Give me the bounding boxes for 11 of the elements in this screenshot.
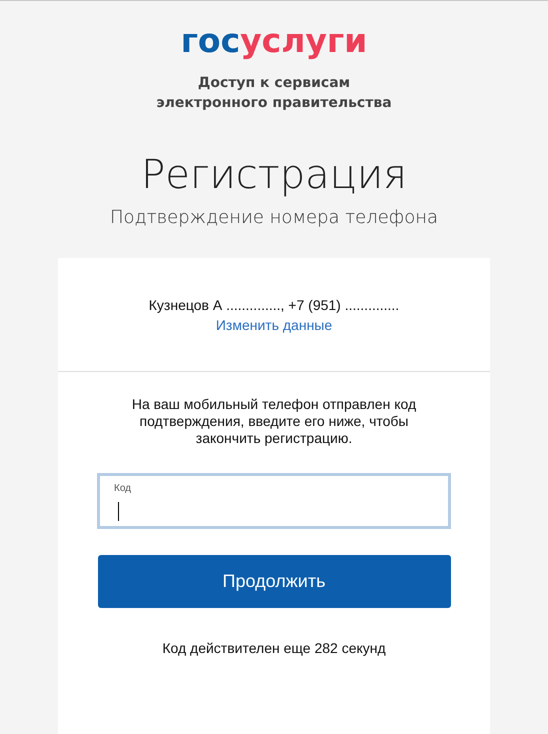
continue-button[interactable]: Продолжить	[98, 555, 450, 608]
code-input-field[interactable]: Код	[97, 473, 451, 529]
user-info-text: Кузнецов А .............., +7 (951) ..............	[148, 296, 400, 314]
confirmation-message: На ваш мобильный телефон отправлен код подтверждения, введите его ниже, чтобы закончить регистрацию.	[130, 396, 418, 447]
timer-text: Код действителен еще 282 секунд	[162, 640, 386, 656]
page-subtitle: Подтверждение номера телефона	[110, 207, 438, 228]
page-title: Регистрация	[141, 151, 407, 199]
tagline-text: электронного правительства	[156, 94, 392, 113]
tagline-text: Доступ к сервисам	[196, 74, 352, 93]
change-data-link[interactable]: Изменить данные	[216, 316, 332, 334]
logo: госуслуги	[180, 21, 368, 61]
